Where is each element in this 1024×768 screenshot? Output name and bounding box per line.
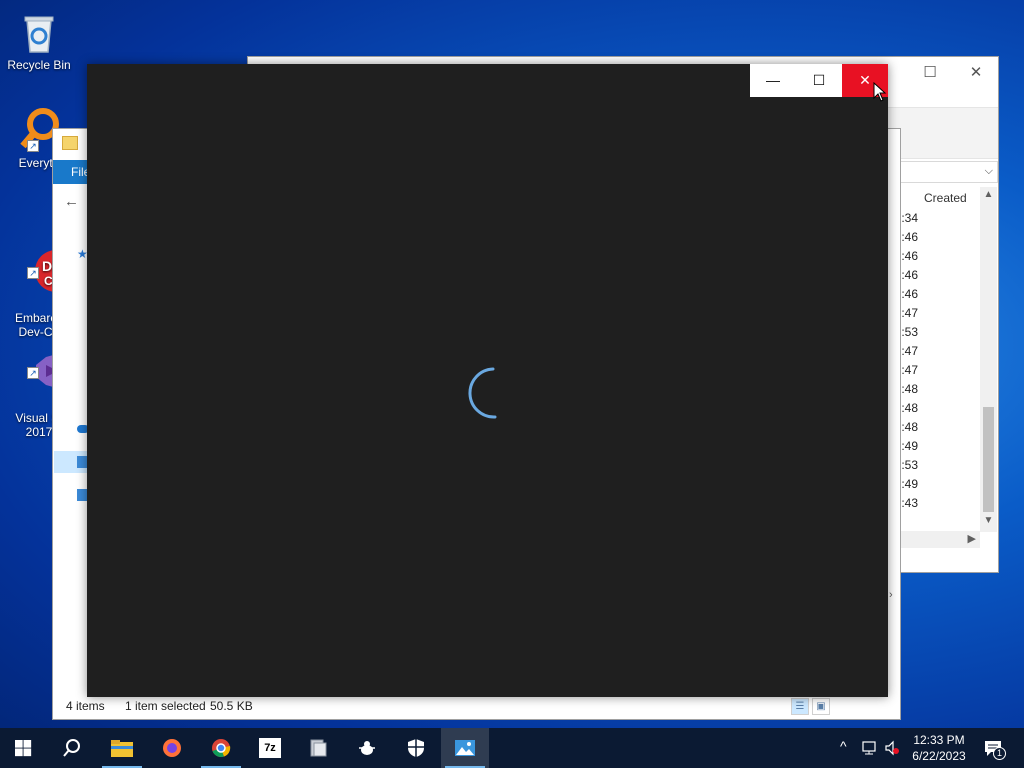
back-arrow-icon[interactable]: ← — [64, 193, 79, 210]
list-item[interactable]: 08:48 — [888, 418, 980, 437]
action-center-button[interactable]: 1 — [980, 728, 1024, 768]
photos-icon — [455, 740, 475, 756]
list-item[interactable]: 08:46 — [888, 285, 980, 304]
vertical-scrollbar[interactable]: ▲ ▼ — [980, 187, 997, 532]
list-item[interactable]: 08:49 — [888, 475, 980, 494]
scroll-down-icon[interactable]: ▼ — [980, 515, 997, 526]
large-icons-view-button[interactable]: ▣ — [812, 698, 830, 715]
list-item[interactable]: 08:46 — [888, 266, 980, 285]
list-item[interactable]: 08:47 — [888, 304, 980, 323]
caption-buttons: — ☐ ✕ — [750, 64, 888, 97]
maximize-button[interactable]: ☐ — [907, 62, 953, 84]
minimize-button[interactable]: — — [750, 64, 796, 97]
list-item[interactable]: 09:34 — [888, 209, 980, 228]
chevron-up-icon[interactable]: ^ — [840, 738, 847, 754]
clock-time: 12:33 PM — [913, 733, 965, 747]
maximize-button[interactable]: ☐ — [796, 64, 842, 97]
created-times-list: 09:34 08:46 08:46 08:46 08:46 08:47 23:5… — [888, 209, 980, 513]
folder-icon — [62, 136, 78, 150]
list-item[interactable]: 08:49 — [888, 437, 980, 456]
taskbar-file-explorer[interactable] — [98, 728, 146, 768]
list-item[interactable]: 08:47 — [888, 361, 980, 380]
clock-date: 6/22/2023 — [912, 749, 966, 763]
search-button[interactable] — [48, 728, 96, 768]
taskbar: 7z ^ 12:33 PM 6/22/2023 1 — [0, 728, 1024, 768]
list-item[interactable]: 23:53 — [888, 456, 980, 475]
network-icon[interactable] — [862, 740, 878, 756]
horizontal-scrollbar[interactable]: ▶ — [888, 531, 980, 548]
selected-size: 50.5 KB — [210, 699, 253, 713]
chevron-right-icon[interactable]: › — [889, 589, 893, 601]
shortcut-arrow-icon: ↗ — [27, 367, 39, 379]
list-item[interactable]: 08:48 — [888, 399, 980, 418]
taskbar-security[interactable] — [392, 728, 440, 768]
list-item[interactable]: 23:53 — [888, 323, 980, 342]
recycle-bin-icon — [15, 8, 63, 56]
bug-app-icon — [359, 741, 375, 755]
7zip-icon: 7z — [259, 738, 281, 758]
item-count: 4 items — [66, 699, 105, 713]
scroll-right-icon[interactable]: ▶ — [968, 532, 976, 545]
details-view-button[interactable]: ☰ — [791, 698, 809, 715]
mouse-cursor-icon — [873, 82, 887, 102]
search-icon — [63, 739, 80, 757]
notification-badge: 1 — [993, 747, 1006, 760]
chrome-icon — [212, 739, 231, 758]
volume-muted-icon[interactable] — [884, 740, 900, 756]
start-button[interactable] — [0, 728, 48, 768]
taskbar-chrome[interactable] — [197, 728, 245, 768]
photos-app-window: — ☐ ✕ — [87, 64, 888, 697]
address-bar-dropdown[interactable]: ⌵ — [888, 161, 998, 183]
list-item[interactable]: 08:46 — [888, 247, 980, 266]
scroll-up-icon[interactable]: ▲ — [980, 189, 997, 200]
taskbar-app[interactable] — [294, 728, 342, 768]
shortcut-arrow-icon: ↗ — [27, 267, 39, 279]
taskbar-bug-app[interactable] — [343, 728, 391, 768]
clock[interactable]: 12:33 PM 6/22/2023 — [900, 732, 978, 764]
status-bar: 4 items 1 item selected 50.5 KB ☰ ▣ — [53, 695, 900, 719]
file-explorer-icon — [111, 740, 133, 757]
list-item[interactable]: 08:48 — [888, 380, 980, 399]
list-item[interactable]: 20:43 — [888, 494, 980, 513]
scroll-thumb[interactable] — [983, 407, 994, 512]
shortcut-arrow-icon: ↗ — [27, 140, 39, 152]
taskbar-photos[interactable] — [441, 728, 489, 768]
desktop-icon-label: Recycle Bin — [7, 58, 71, 72]
column-header-created[interactable]: Created — [888, 187, 980, 209]
list-item[interactable]: 08:47 — [888, 342, 980, 361]
close-button[interactable]: ✕ — [953, 62, 999, 84]
chevron-down-icon: ⌵ — [984, 165, 993, 177]
loading-spinner-icon — [457, 363, 517, 423]
selected-count: 1 item selected — [125, 699, 206, 713]
app-icon — [310, 739, 327, 757]
taskbar-firefox[interactable] — [148, 728, 196, 768]
file-tab[interactable]: File — [53, 160, 90, 184]
desktop-icon-recycle-bin[interactable]: Recycle Bin — [2, 8, 76, 72]
system-tray: ^ — [836, 728, 900, 768]
taskbar-7zip[interactable]: 7z — [246, 728, 294, 768]
list-item[interactable]: 08:46 — [888, 228, 980, 247]
firefox-icon — [163, 739, 181, 757]
security-shield-icon — [408, 739, 424, 757]
start-icon — [15, 740, 32, 757]
